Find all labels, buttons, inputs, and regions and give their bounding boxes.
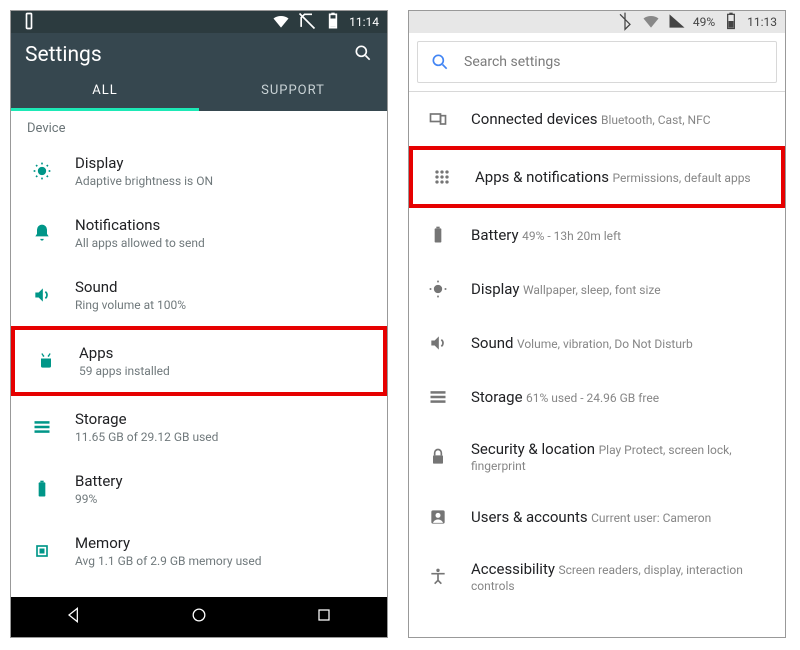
item-subtitle: 49% - 13h 20m left: [522, 229, 621, 243]
clock-text: 11:14: [349, 15, 379, 29]
item-title: Connected devices: [471, 110, 598, 128]
lock-icon: [427, 446, 449, 468]
page-title: Settings: [25, 43, 102, 67]
item-title: Sound: [75, 278, 186, 296]
no-sim-icon: [297, 11, 317, 34]
wifi-icon: [271, 11, 291, 34]
battery-icon: [427, 224, 449, 246]
item-subtitle: 59 apps installed: [79, 364, 170, 378]
settings-item-display[interactable]: Display Adaptive brightness is ON: [11, 140, 387, 202]
accessibility-icon: [427, 566, 449, 588]
item-title: Display: [75, 154, 213, 172]
android-icon: [35, 350, 57, 372]
item-title: Memory: [75, 534, 262, 552]
item-title: Storage: [75, 410, 218, 428]
settings-item-connected-devices[interactable]: Connected devices Bluetooth, Cast, NFC: [409, 92, 785, 146]
sound-icon: [31, 284, 53, 306]
settings-item-battery[interactable]: Battery 49% - 13h 20m left: [409, 208, 785, 262]
storage-icon: [31, 416, 53, 438]
recent-button[interactable]: [314, 605, 334, 629]
storage-icon: [427, 386, 449, 408]
app-header: Settings ALL SUPPORT: [11, 33, 387, 111]
settings-phone-left: 11:14 Settings ALL SUPPORT Device Displa…: [10, 10, 388, 638]
item-title: Storage: [471, 388, 523, 406]
settings-item-notifications[interactable]: Notifications All apps allowed to send: [11, 202, 387, 264]
item-title: Battery: [471, 226, 519, 244]
wifi-icon: [641, 11, 661, 34]
signal-icon: [667, 11, 687, 34]
settings-item-users[interactable]: Users & accounts Current user: Cameron: [409, 490, 785, 544]
person-icon: [427, 506, 449, 528]
item-subtitle: 11.65 GB of 29.12 GB used: [75, 430, 218, 444]
tabs: ALL SUPPORT: [11, 71, 387, 111]
display-icon: [427, 278, 449, 300]
settings-item-storage[interactable]: Storage 11.65 GB of 29.12 GB used: [11, 396, 387, 458]
settings-item-apps-notifications[interactable]: Apps & notifications Permissions, defaul…: [409, 146, 785, 208]
navigation-bar: [11, 597, 387, 637]
battery-icon: [323, 11, 343, 34]
item-subtitle: Wallpaper, sleep, font size: [523, 283, 661, 297]
sound-icon: [427, 332, 449, 354]
settings-item-security[interactable]: Security & location Play Protect, screen…: [409, 424, 785, 490]
item-title: Sound: [471, 334, 513, 352]
item-subtitle: All apps allowed to send: [75, 236, 205, 250]
search-input[interactable]: Search settings: [417, 41, 777, 83]
settings-item-apps[interactable]: Apps 59 apps installed: [11, 326, 387, 396]
item-title: Security & location: [471, 440, 595, 458]
settings-item-display[interactable]: Display Wallpaper, sleep, font size: [409, 262, 785, 316]
item-title: Apps & notifications: [475, 168, 609, 186]
status-bar: 49% 11:13: [409, 11, 785, 33]
settings-item-battery[interactable]: Battery 99%: [11, 458, 387, 520]
memory-icon: [31, 540, 53, 562]
item-title: Accessibility: [471, 560, 555, 578]
apps-grid-icon: [431, 166, 453, 188]
item-subtitle: Permissions, default apps: [612, 171, 750, 185]
item-title: Notifications: [75, 216, 205, 234]
back-button[interactable]: [64, 605, 84, 629]
item-subtitle: Adaptive brightness is ON: [75, 174, 213, 188]
item-subtitle: 99%: [75, 492, 123, 506]
item-subtitle: Bluetooth, Cast, NFC: [601, 113, 711, 127]
battery-pct: 49%: [693, 15, 715, 29]
tab-all[interactable]: ALL: [11, 71, 199, 111]
settings-phone-right: 49% 11:13 Search settings Connected devi…: [408, 10, 786, 638]
devices-icon: [427, 108, 449, 130]
bell-icon: [31, 222, 53, 244]
settings-item-memory[interactable]: Memory Avg 1.1 GB of 2.9 GB memory used: [11, 520, 387, 570]
battery-icon: [721, 11, 741, 34]
bluetooth-icon: [615, 11, 635, 34]
settings-item-accessibility[interactable]: Accessibility Screen readers, display, i…: [409, 544, 785, 594]
dock-icon: [19, 11, 39, 34]
search-placeholder: Search settings: [464, 54, 561, 70]
search-icon: [430, 52, 450, 72]
search-bar-container: Search settings: [409, 33, 785, 92]
clock-text: 11:13: [747, 15, 777, 29]
item-subtitle: Avg 1.1 GB of 2.9 GB memory used: [75, 554, 262, 568]
settings-item-storage[interactable]: Storage 61% used - 24.96 GB free: [409, 370, 785, 424]
item-subtitle: Ring volume at 100%: [75, 298, 186, 312]
tab-support[interactable]: SUPPORT: [199, 71, 387, 111]
display-icon: [31, 160, 53, 182]
item-subtitle: Volume, vibration, Do Not Disturb: [517, 337, 693, 351]
item-title: Display: [471, 280, 519, 298]
item-subtitle: Current user: Cameron: [591, 511, 711, 525]
item-title: Battery: [75, 472, 123, 490]
status-bar: 11:14: [11, 11, 387, 33]
search-icon[interactable]: [353, 43, 373, 67]
home-button[interactable]: [189, 605, 209, 629]
item-subtitle: 61% used - 24.96 GB free: [526, 391, 659, 405]
item-title: Apps: [79, 344, 170, 362]
battery-icon: [31, 478, 53, 500]
settings-item-sound[interactable]: Sound Ring volume at 100%: [11, 264, 387, 326]
settings-item-sound[interactable]: Sound Volume, vibration, Do Not Disturb: [409, 316, 785, 370]
section-header-device: Device: [11, 111, 387, 140]
item-title: Users & accounts: [471, 508, 588, 526]
